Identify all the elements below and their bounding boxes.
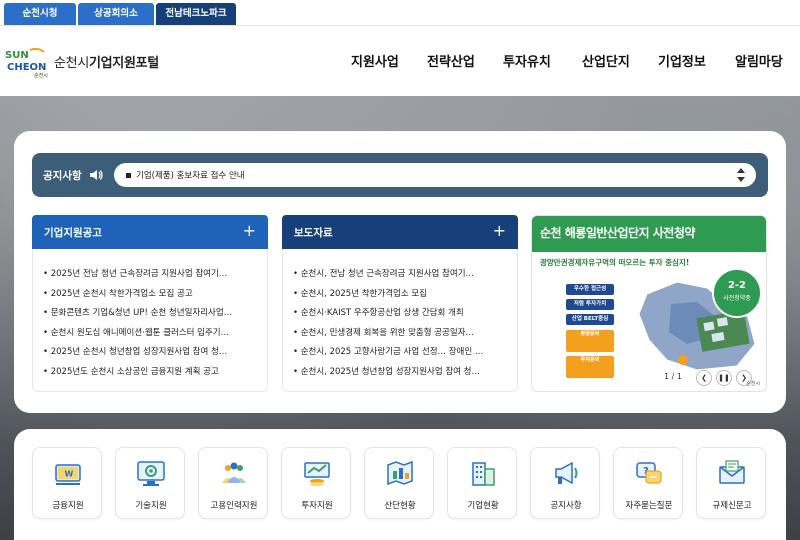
- bullet-icon: [126, 173, 131, 178]
- banner-title: 순천 해룡일반산업단지 사전청약: [540, 226, 695, 240]
- site-header: SUN CHEON 순천시 순천시기업지원포털 지원사업 전략산업 투자유치 산…: [0, 26, 800, 96]
- tab-suncheon-city[interactable]: 순천시청: [4, 3, 76, 25]
- building-icon: [472, 462, 495, 486]
- quick-link-company-status[interactable]: 기업현황: [447, 447, 517, 519]
- quick-link-label: 금융지원: [52, 501, 84, 511]
- tech-monitor-icon: [137, 461, 165, 486]
- nav-company-info[interactable]: 기업정보: [658, 51, 706, 70]
- quick-link-notices[interactable]: 공지사항: [530, 447, 600, 519]
- svg-text:W: W: [65, 470, 74, 479]
- chevron-left-icon[interactable]: ❮: [696, 370, 712, 386]
- list-item[interactable]: 2025년 전남 청년 근속장려금 지원사업 참여기…: [43, 267, 263, 287]
- nav-investment[interactable]: 투자유치: [503, 51, 551, 70]
- megaphone-icon: [555, 461, 578, 485]
- quick-link-label: 기업현황: [467, 501, 499, 511]
- quick-link-label: 산단현황: [384, 501, 416, 511]
- quick-link-complex-status[interactable]: 산단현황: [364, 447, 434, 519]
- board-header-press-release[interactable]: 보도자료 +: [282, 215, 518, 249]
- quick-link-investment-support[interactable]: 투자지원: [281, 447, 351, 519]
- mail-report-icon: [719, 460, 745, 484]
- tab-jeonnam-technopark[interactable]: 전남테크노파크: [156, 3, 236, 25]
- people-icon: [222, 462, 246, 483]
- top-site-tabs: 순천시청 상공회의소 전남테크노파크: [0, 0, 800, 26]
- logo-subtitle: 순천시: [34, 73, 48, 79]
- quick-link-label: 공지사항: [550, 501, 582, 511]
- nav-industrial-complex[interactable]: 산업단지: [582, 51, 630, 70]
- quick-link-tech-support[interactable]: 기술지원: [115, 447, 185, 519]
- list-item[interactable]: 순천시 원도심 애니메이션·웹툰 클러스터 입주기…: [43, 326, 263, 346]
- list-item[interactable]: 문화콘텐츠 기업&청년 UP! 순천 청년일자리사업…: [43, 306, 263, 326]
- nav-strategic-industry[interactable]: 전략산업: [427, 51, 475, 70]
- plus-icon[interactable]: +: [243, 221, 256, 241]
- list-item[interactable]: 순천시, 전남 청년 근속장려금 지원사업 참여기…: [293, 267, 513, 287]
- pause-icon[interactable]: ❚❚: [716, 370, 732, 386]
- contact-chip: 분양문의: [566, 330, 614, 352]
- badge-text: 사전청약중: [723, 295, 751, 302]
- chip: 우수한 접근성: [566, 284, 614, 295]
- industrial-map-icon: [387, 460, 413, 486]
- portal-title-main: 기업지원포털: [88, 56, 159, 71]
- quick-link-label: 기술지원: [135, 501, 167, 511]
- portal-title[interactable]: 순천시기업지원포털: [54, 52, 159, 71]
- nav-support-programs[interactable]: 지원사업: [351, 51, 399, 70]
- plus-icon[interactable]: +: [493, 221, 506, 241]
- coins-chart-icon: [304, 462, 330, 486]
- list-item[interactable]: 순천시·KAIST 우주항공산업 상생 간담회 개최: [293, 306, 513, 326]
- quick-link-regulation-report[interactable]: 규제신문고: [696, 447, 766, 519]
- tab-chamber-of-commerce[interactable]: 상공회의소: [78, 3, 154, 25]
- board-title: 기업지원공고: [44, 227, 102, 239]
- quick-link-label: 고용인력지원: [210, 501, 258, 511]
- contact-chip: 투자문의: [566, 356, 614, 378]
- quick-link-label: 투자지원: [301, 501, 333, 511]
- list-item[interactable]: 순천시, 2025 고향사랑기금 사업 선정… 장애인 …: [293, 345, 513, 365]
- up-down-arrows-icon[interactable]: [736, 167, 746, 183]
- banner-brand: 순천시: [746, 381, 760, 387]
- svg-text:SUN: SUN: [5, 50, 29, 61]
- quick-link-employment-support[interactable]: 고용인력지원: [198, 447, 268, 519]
- speaker-icon: [88, 167, 104, 183]
- list-item[interactable]: 2025년 순천시 청년창업 성장지원사업 참여 청…: [43, 345, 263, 365]
- banner-title-bar: 순천 해룡일반산업단지 사전청약: [532, 216, 766, 252]
- money-icon: W: [55, 464, 81, 485]
- badge-number: 2-2: [727, 280, 747, 291]
- banner-feature-chips: 우수한 접근성 저렴 투자가치 산업 BELT중심 분양문의 투자문의: [540, 274, 626, 378]
- board-press-release: 순천시, 전남 청년 근속장려금 지원사업 참여기… 순천시, 2025년 착한…: [282, 249, 518, 392]
- nav-notice-board[interactable]: 알림마당: [735, 51, 783, 70]
- quick-link-finance[interactable]: W 금융지원: [32, 447, 102, 519]
- quick-link-faq[interactable]: ? 자주묻는질문: [613, 447, 683, 519]
- board-title: 보도자료: [294, 227, 333, 239]
- notice-label: 공지사항: [43, 170, 82, 182]
- suncheon-logo-icon[interactable]: SUN CHEON 순천시: [4, 46, 50, 79]
- list-item[interactable]: 2025년도 순천시 소상공인 금융지원 계획 공고: [43, 365, 263, 385]
- pager-count: 1 / 1: [664, 372, 682, 381]
- chip: 저렴 투자가치: [566, 299, 614, 310]
- faq-icon: ?: [636, 462, 662, 484]
- notice-bar: 공지사항 기업(제품) 홍보자료 접수 안내: [32, 153, 768, 197]
- notice-ticker-text[interactable]: 기업(제품) 홍보자료 접수 안내: [136, 169, 245, 181]
- promo-banner[interactable]: 순천 해룡일반산업단지 사전청약 광양만권경제자유구역의 떠오르는 투자 중심지…: [531, 215, 767, 392]
- list-item[interactable]: 순천시, 민생경제 회복을 위한 맞춤형 공공일자…: [293, 326, 513, 346]
- board-header-business-support[interactable]: 기업지원공고 +: [32, 215, 268, 249]
- board-business-support: 2025년 전남 청년 근속장려금 지원사업 참여기… 2025년 순천시 착한…: [32, 249, 268, 392]
- list-item[interactable]: 순천시, 2025년 착한가격업소 모집: [293, 287, 513, 307]
- quick-link-label: 자주묻는질문: [625, 501, 673, 511]
- portal-title-prefix: 순천시: [54, 56, 89, 71]
- notice-ticker[interactable]: 기업(제품) 홍보자료 접수 안내: [114, 163, 756, 187]
- list-item[interactable]: 2025년 순천시 착한가격업소 모집 공고: [43, 287, 263, 307]
- quick-link-label: 규제신문고: [712, 501, 752, 511]
- list-item[interactable]: 순천시, 2025년 청년창업 성장지원사업 참여 청…: [293, 365, 513, 385]
- presale-badge: 2-2 사전청약중: [712, 268, 762, 318]
- banner-subtitle: 광양만권경제자유구역의 떠오르는 투자 중심지!: [540, 258, 690, 267]
- chip: 산업 BELT중심: [566, 314, 614, 325]
